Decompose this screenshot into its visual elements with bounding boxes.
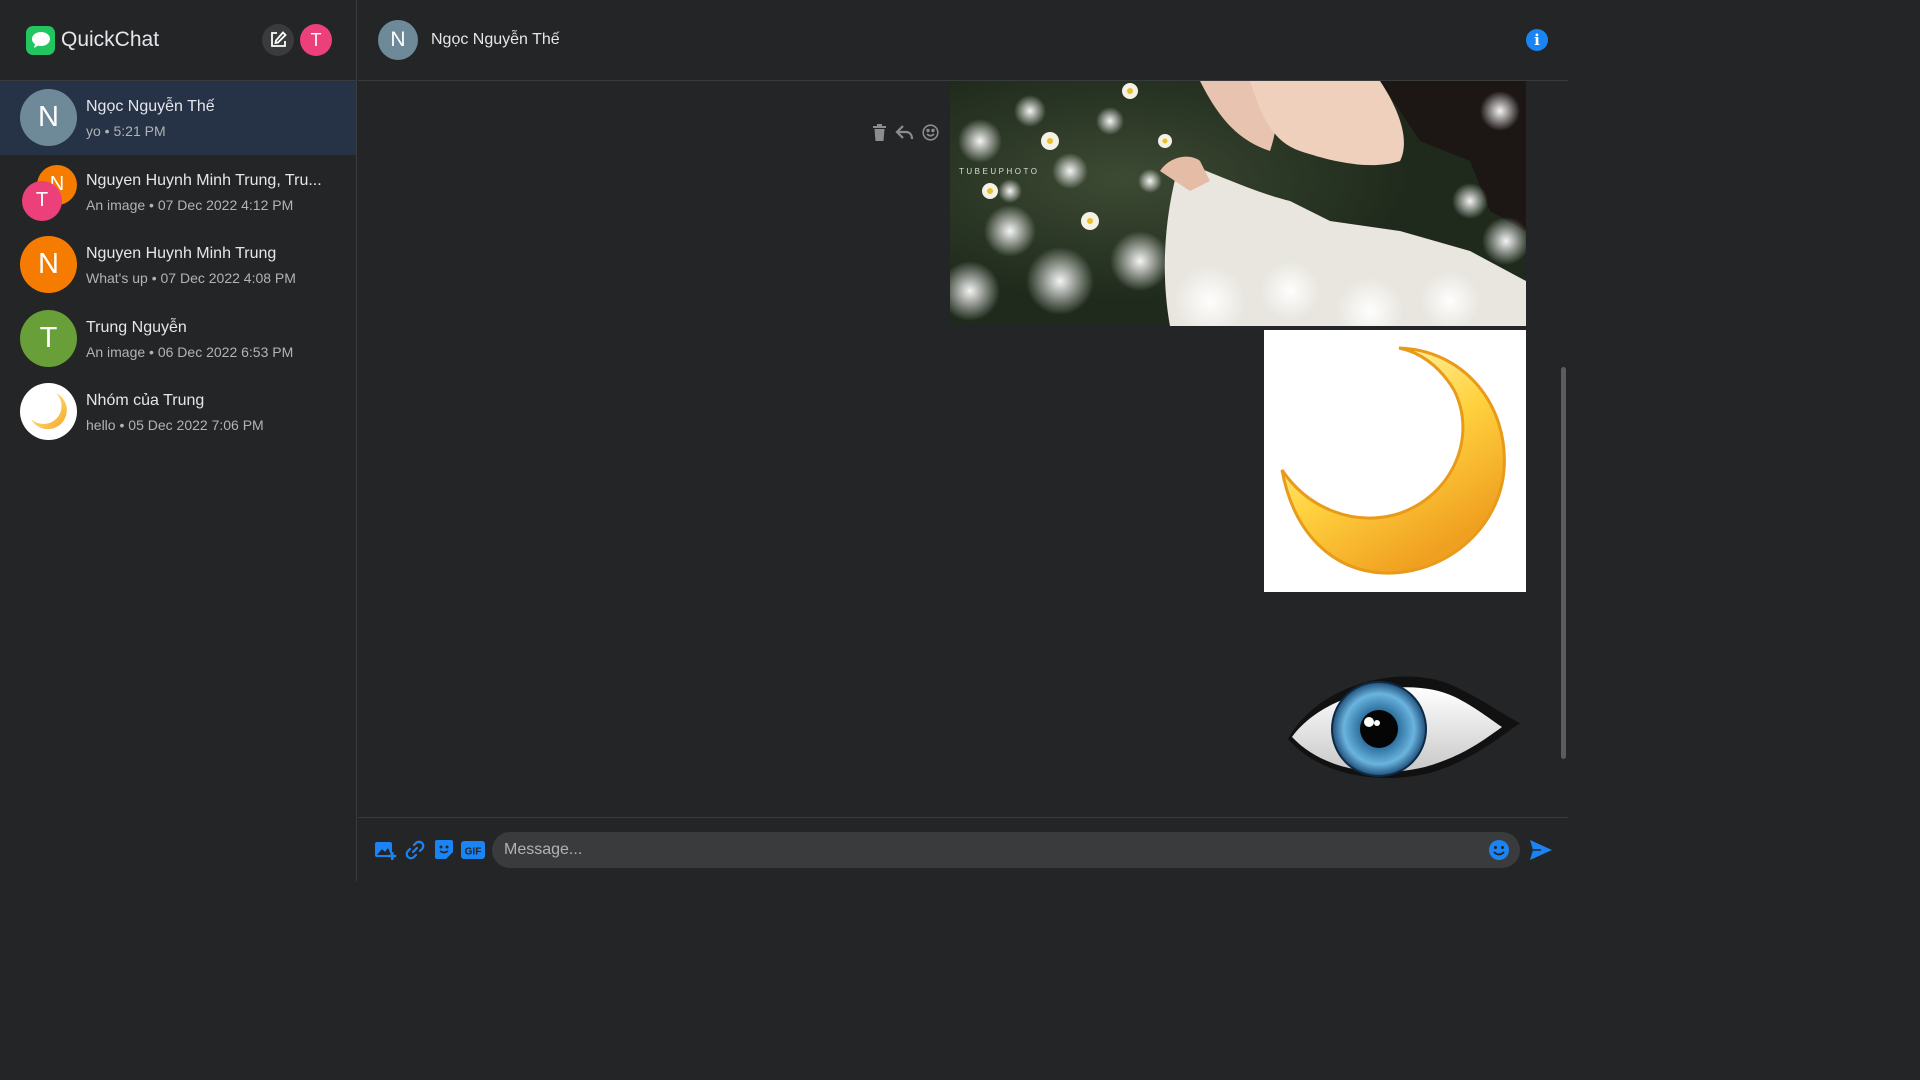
photo-message[interactable]: TUBEUPHOTO bbox=[950, 81, 1526, 326]
moon-image-message[interactable] bbox=[1264, 330, 1526, 592]
conversation-name: Ngọc Nguyễn Thế bbox=[86, 98, 215, 116]
link-icon[interactable] bbox=[403, 838, 427, 862]
eye-sticker-message[interactable] bbox=[1280, 661, 1524, 791]
last-message: An image bbox=[86, 343, 146, 360]
conversation-item[interactable]: Nhóm của Trung hello • 05 Dec 2022 7:06 … bbox=[0, 375, 356, 449]
info-icon[interactable]: i bbox=[1526, 29, 1548, 51]
app-logo[interactable]: QuickChat bbox=[26, 25, 160, 55]
last-message: What's up bbox=[86, 270, 148, 287]
avatar-initial: T bbox=[20, 309, 77, 367]
last-time: 07 Dec 2022 4:12 PM bbox=[157, 196, 294, 213]
conversation-item[interactable]: N Ngọc Nguyễn Thế yo • 5:21 PM bbox=[0, 81, 356, 155]
compose-icon bbox=[271, 31, 287, 47]
emoji-icon[interactable] bbox=[1488, 839, 1510, 861]
last-message: hello bbox=[86, 417, 116, 434]
reply-icon[interactable] bbox=[895, 124, 914, 141]
conversation-list: N Ngọc Nguyễn Thế yo • 5:21 PM N T Nguye… bbox=[0, 81, 356, 449]
scrollbar-thumb[interactable] bbox=[1561, 367, 1566, 759]
conversation-preview: hello • 05 Dec 2022 7:06 PM bbox=[86, 417, 264, 434]
avatar: N bbox=[20, 236, 77, 294]
avatar-initial: N bbox=[20, 89, 77, 147]
app-title: QuickChat bbox=[61, 28, 160, 51]
conversation-item[interactable]: N T Nguyen Huynh Minh Trung, Tru... An i… bbox=[0, 155, 356, 229]
message-actions bbox=[872, 124, 939, 141]
gif-label: GIF bbox=[465, 846, 482, 857]
conversation-name: Nhóm của Trung bbox=[86, 392, 205, 410]
add-image-icon[interactable] bbox=[374, 838, 398, 862]
conversation-preview: What's up • 07 Dec 2022 4:08 PM bbox=[86, 270, 296, 287]
conversation-name: Nguyen Huynh Minh Trung bbox=[86, 245, 277, 263]
group-avatar: N T bbox=[20, 163, 77, 221]
message-input[interactable] bbox=[504, 840, 1488, 859]
trash-icon[interactable] bbox=[872, 124, 887, 141]
emoji-reaction-icon[interactable] bbox=[922, 124, 939, 141]
conversation-item[interactable]: N Nguyen Huynh Minh Trung What's up • 07… bbox=[0, 228, 356, 302]
user-avatar[interactable]: T bbox=[300, 24, 332, 56]
new-chat-button[interactable] bbox=[262, 24, 294, 56]
contact-name[interactable]: Ngọc Nguyễn Thế bbox=[431, 31, 560, 49]
conversation-name: Nguyen Huynh Minh Trung, Tru... bbox=[86, 171, 322, 189]
conversation-preview: yo • 5:21 PM bbox=[86, 123, 166, 140]
sidebar: QuickChat T N Ngọc Nguyễn Thế yo • 5:21 … bbox=[0, 0, 357, 881]
last-message: yo bbox=[86, 123, 101, 140]
last-time: 05 Dec 2022 7:06 PM bbox=[128, 417, 264, 434]
avatar: T bbox=[20, 309, 77, 367]
avatar-initial: T bbox=[22, 180, 62, 221]
sticker-icon[interactable] bbox=[432, 838, 456, 862]
photo-watermark: TUBEUPHOTO bbox=[959, 167, 1039, 176]
avatar-initial: N bbox=[20, 236, 77, 294]
sidebar-header: QuickChat T bbox=[0, 0, 356, 81]
conversation-item[interactable]: T Trung Nguyễn An image • 06 Dec 2022 6:… bbox=[0, 302, 356, 376]
chat-header: N Ngọc Nguyễn Thế i bbox=[358, 0, 1568, 81]
conversation-preview: An image • 07 Dec 2022 4:12 PM bbox=[86, 196, 294, 213]
chat-bubble-icon bbox=[26, 25, 55, 55]
message-composer: GIF bbox=[358, 817, 1568, 881]
last-message: An image bbox=[86, 196, 146, 213]
crescent-moon-icon bbox=[20, 383, 77, 441]
contact-avatar[interactable]: N bbox=[378, 20, 418, 60]
message-input-container bbox=[492, 831, 1520, 868]
chat-panel: N Ngọc Nguyễn Thế i TUBEUPHOTO GIF Messa… bbox=[358, 0, 1568, 881]
last-time: 07 Dec 2022 4:08 PM bbox=[160, 270, 296, 287]
avatar bbox=[20, 383, 77, 441]
conversation-preview: An image • 06 Dec 2022 6:53 PM bbox=[86, 343, 294, 360]
last-time: 06 Dec 2022 6:53 PM bbox=[157, 343, 294, 360]
conversation-name: Trung Nguyễn bbox=[86, 318, 187, 336]
message-area: TUBEUPHOTO bbox=[358, 81, 1568, 817]
avatar: N bbox=[20, 89, 77, 147]
send-icon[interactable] bbox=[1528, 837, 1554, 863]
last-time: 5:21 PM bbox=[113, 123, 166, 140]
gif-icon[interactable]: GIF bbox=[461, 838, 485, 862]
